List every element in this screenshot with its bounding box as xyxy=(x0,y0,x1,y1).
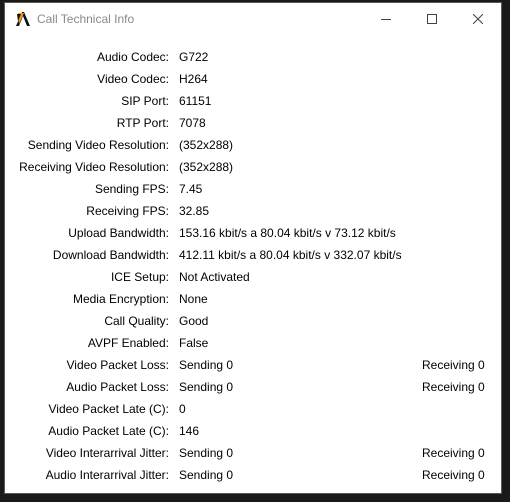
info-value: 61151 xyxy=(179,94,212,108)
info-row: AVPF Enabled: False xyxy=(5,332,501,354)
info-label: ICE Setup: xyxy=(110,270,169,284)
info-value: (352x288) xyxy=(179,160,234,174)
info-row: RTP Port: 7078 xyxy=(5,112,501,134)
info-label: Video Packet Loss: xyxy=(66,358,169,372)
info-value-receiving: Receiving 0 xyxy=(422,468,485,482)
info-row: Media Encryption: None xyxy=(5,288,501,310)
info-value: 0 xyxy=(179,402,186,416)
info-value: 32.85 xyxy=(179,204,210,218)
info-row: Sending Video Resolution: (352x288) xyxy=(5,134,501,156)
info-value-receiving: Receiving 0 xyxy=(422,380,485,394)
maximize-icon xyxy=(427,13,437,24)
info-value: H264 xyxy=(179,72,208,86)
info-label: RTP Port: xyxy=(116,116,169,130)
minimize-button[interactable] xyxy=(363,3,409,34)
info-value: 412.11 kbit/s a 80.04 kbit/s v 332.07 kb… xyxy=(179,248,402,262)
info-label: Receiving Video Resolution: xyxy=(19,160,169,174)
window-title: Call Technical Info xyxy=(37,12,135,26)
minimize-icon xyxy=(381,14,391,24)
info-row: Sending FPS: 7.45 xyxy=(5,178,501,200)
info-value: Sending 0 xyxy=(179,468,234,482)
info-row: Video Codec: H264 xyxy=(5,68,501,90)
info-label: Call Quality: xyxy=(104,314,169,328)
info-label: Sending Video Resolution: xyxy=(27,138,169,152)
info-label: Audio Packet Loss: xyxy=(66,380,169,394)
info-value-receiving: Receiving 0 xyxy=(422,358,485,372)
info-value: Sending 0 xyxy=(179,380,234,394)
info-label: Receiving FPS: xyxy=(86,204,169,218)
close-button[interactable] xyxy=(455,3,501,34)
title-bar[interactable]: Call Technical Info xyxy=(5,3,501,35)
info-value: None xyxy=(179,292,208,306)
info-value: Sending 0 xyxy=(179,446,234,460)
info-value: 153.16 kbit/s a 80.04 kbit/s v 73.12 kbi… xyxy=(179,226,396,240)
info-label: SIP Port: xyxy=(121,94,169,108)
info-label: Video Packet Late (C): xyxy=(48,402,169,416)
info-row: SIP Port: 61151 xyxy=(5,90,501,112)
info-label: Media Encryption: xyxy=(72,292,169,306)
info-label: Video Interarrival Jitter: xyxy=(45,446,169,460)
info-value: Not Activated xyxy=(179,270,250,284)
info-row: Audio Interarrival Jitter: Sending 0 Recei… xyxy=(5,464,501,486)
info-row: ICE Setup: Not Activated xyxy=(5,266,501,288)
info-value: 7078 xyxy=(179,116,206,130)
info-label: Download Bandwidth: xyxy=(52,248,169,262)
info-label: Audio Packet Late (C): xyxy=(48,424,169,438)
info-value: (352x288) xyxy=(179,138,234,152)
app-logo-icon xyxy=(15,11,31,27)
info-row: Video Interarrival Jitter: Sending 0 Recei… xyxy=(5,442,501,464)
info-value: 7.45 xyxy=(179,182,203,196)
info-value: 146 xyxy=(179,424,200,438)
maximize-button[interactable] xyxy=(409,3,455,34)
info-value: Good xyxy=(179,314,209,328)
info-label: Video Codec: xyxy=(97,72,169,86)
info-label: Audio Codec: xyxy=(96,50,169,64)
info-row: Receiving Video Resolution: (352x288) xyxy=(5,156,501,178)
info-value-receiving: Receiving 0 xyxy=(422,446,485,460)
info-label: AVPF Enabled: xyxy=(87,336,169,350)
info-row: Audio Packet Loss: Sending 0 Receiving 0 xyxy=(5,376,501,398)
info-row: Video Packet Loss: Sending 0 Receiving 0 xyxy=(5,354,501,376)
info-list: Audio Codec: G722 Video Codec: H264 SIP Port… xyxy=(5,35,501,493)
info-value: Sending 0 xyxy=(179,358,234,372)
info-row: Download Bandwidth: 412.11 kbit/s a 80.04… xyxy=(5,244,501,266)
info-value: G722 xyxy=(179,50,209,64)
call-technical-info-window: Call Technical Info Audio Codec: G722 Vi… xyxy=(4,2,502,494)
info-label: Audio Interarrival Jitter: xyxy=(45,468,169,482)
info-label: Sending FPS: xyxy=(94,182,169,196)
info-value: False xyxy=(179,336,209,350)
info-row: Upload Bandwidth: 153.16 kbit/s a 80.04 k… xyxy=(5,222,501,244)
info-row: Audio Codec: G722 xyxy=(5,46,501,68)
close-icon xyxy=(473,13,483,24)
info-row: Receiving FPS: 32.85 xyxy=(5,200,501,222)
info-row: Audio Packet Late (C): 146 xyxy=(5,420,501,442)
info-row: Video Packet Late (C): 0 xyxy=(5,398,501,420)
info-label: Upload Bandwidth: xyxy=(68,226,169,240)
info-row: Call Quality: Good xyxy=(5,310,501,332)
